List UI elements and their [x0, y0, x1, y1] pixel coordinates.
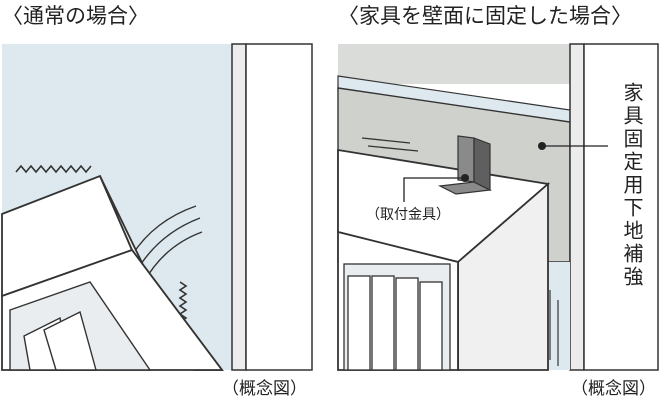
- book-3: [395, 277, 419, 371]
- left-pillar: [231, 43, 247, 371]
- right-wall-upper: [338, 44, 570, 84]
- bracket-label: （取付金具）: [366, 207, 450, 223]
- left-title: 〈通常の場合〉: [2, 4, 149, 28]
- right-title: 〈家具を壁面に固定した場合〉: [338, 4, 632, 28]
- right-note: （概念図）: [571, 379, 656, 399]
- book-4: [419, 281, 443, 371]
- left-illustration: [1, 43, 313, 371]
- right-pillar: [569, 43, 585, 371]
- diagram-stage: 〈通常の場合〉 〈家具を壁面に固定した場合〉 （取付金具） 家具固定用下地補強 …: [0, 0, 663, 406]
- reinforcement-label: 家具固定用下地補強: [620, 82, 644, 289]
- book-1: [347, 275, 371, 371]
- book-2: [371, 275, 395, 371]
- bracket-side: [473, 137, 491, 191]
- illustration: [1, 43, 659, 371]
- left-note: （概念図）: [222, 379, 307, 399]
- left-side-wall: [245, 43, 313, 371]
